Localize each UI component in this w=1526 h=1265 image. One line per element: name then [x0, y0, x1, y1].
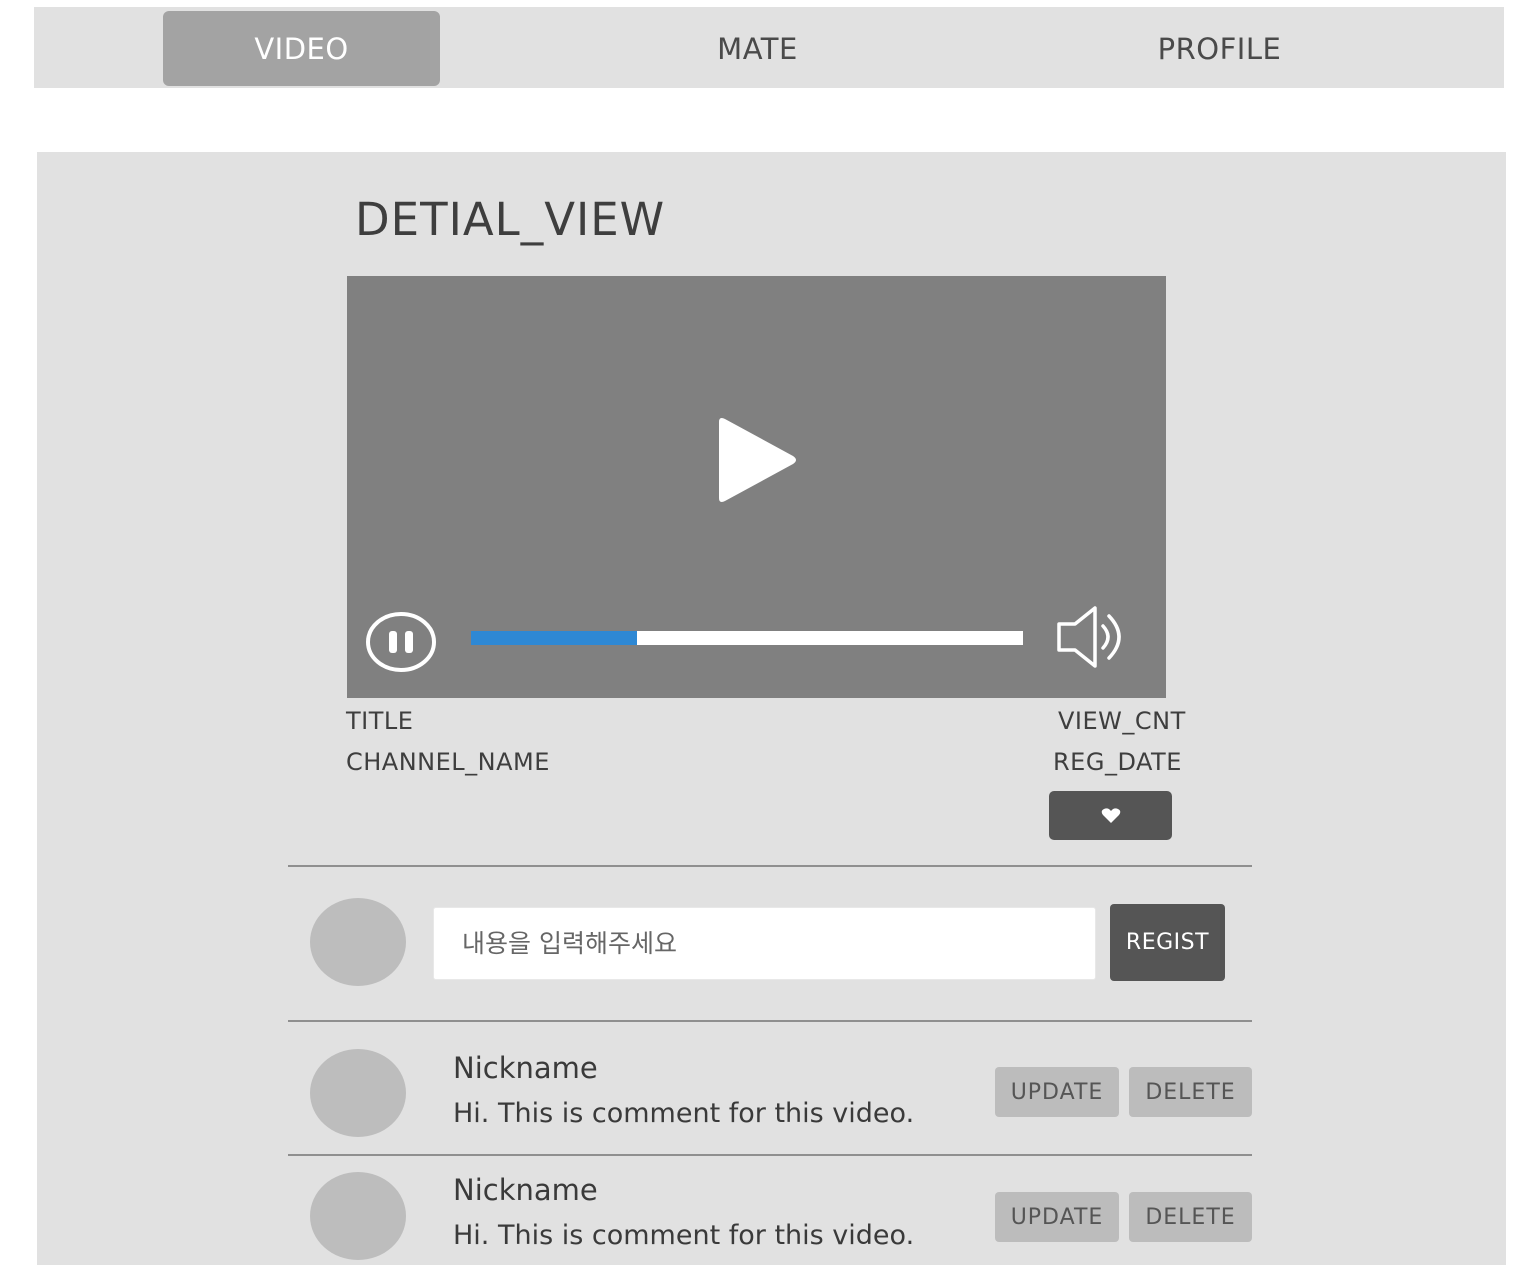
comment-text: Hi. This is comment for this video.: [453, 1098, 915, 1129]
top-navigation: VIDEO MATE PROFILE: [34, 7, 1504, 88]
volume-icon[interactable]: [1055, 604, 1129, 670]
tab-profile[interactable]: PROFILE: [1081, 11, 1358, 86]
channel-name[interactable]: CHANNEL_NAME: [346, 747, 550, 777]
comment-text: Hi. This is comment for this video.: [453, 1220, 915, 1251]
pause-icon[interactable]: [364, 610, 438, 674]
tab-video[interactable]: VIDEO: [163, 11, 440, 86]
progress-fill: [471, 631, 637, 645]
delete-button[interactable]: DELETE: [1129, 1192, 1252, 1242]
comment-avatar: [310, 1049, 406, 1137]
like-button[interactable]: [1049, 791, 1172, 840]
play-icon[interactable]: [711, 416, 801, 506]
tab-mate[interactable]: MATE: [619, 11, 896, 86]
update-button[interactable]: UPDATE: [995, 1067, 1119, 1117]
detail-panel: DETIAL_VIEW TITLE CHANNEL_NAME VIEW_CNT …: [37, 152, 1506, 1265]
view-count: VIEW_CNT: [1058, 707, 1186, 735]
comment-nickname: Nickname: [453, 1173, 598, 1207]
video-title: TITLE: [346, 707, 414, 735]
comment-nickname: Nickname: [453, 1051, 598, 1085]
reg-date: REG_DATE: [1053, 748, 1182, 776]
divider: [288, 865, 1252, 867]
comment-input[interactable]: [433, 907, 1096, 980]
update-button[interactable]: UPDATE: [995, 1192, 1119, 1242]
current-user-avatar: [310, 898, 406, 986]
delete-button[interactable]: DELETE: [1129, 1067, 1252, 1117]
video-player[interactable]: [347, 276, 1166, 698]
progress-bar[interactable]: [471, 631, 1023, 645]
page-title: DETIAL_VIEW: [355, 193, 666, 246]
divider: [288, 1020, 1252, 1022]
comment-avatar: [310, 1172, 406, 1260]
regist-button[interactable]: REGIST: [1110, 904, 1225, 981]
heart-icon: [1101, 807, 1120, 823]
divider: [288, 1154, 1252, 1156]
